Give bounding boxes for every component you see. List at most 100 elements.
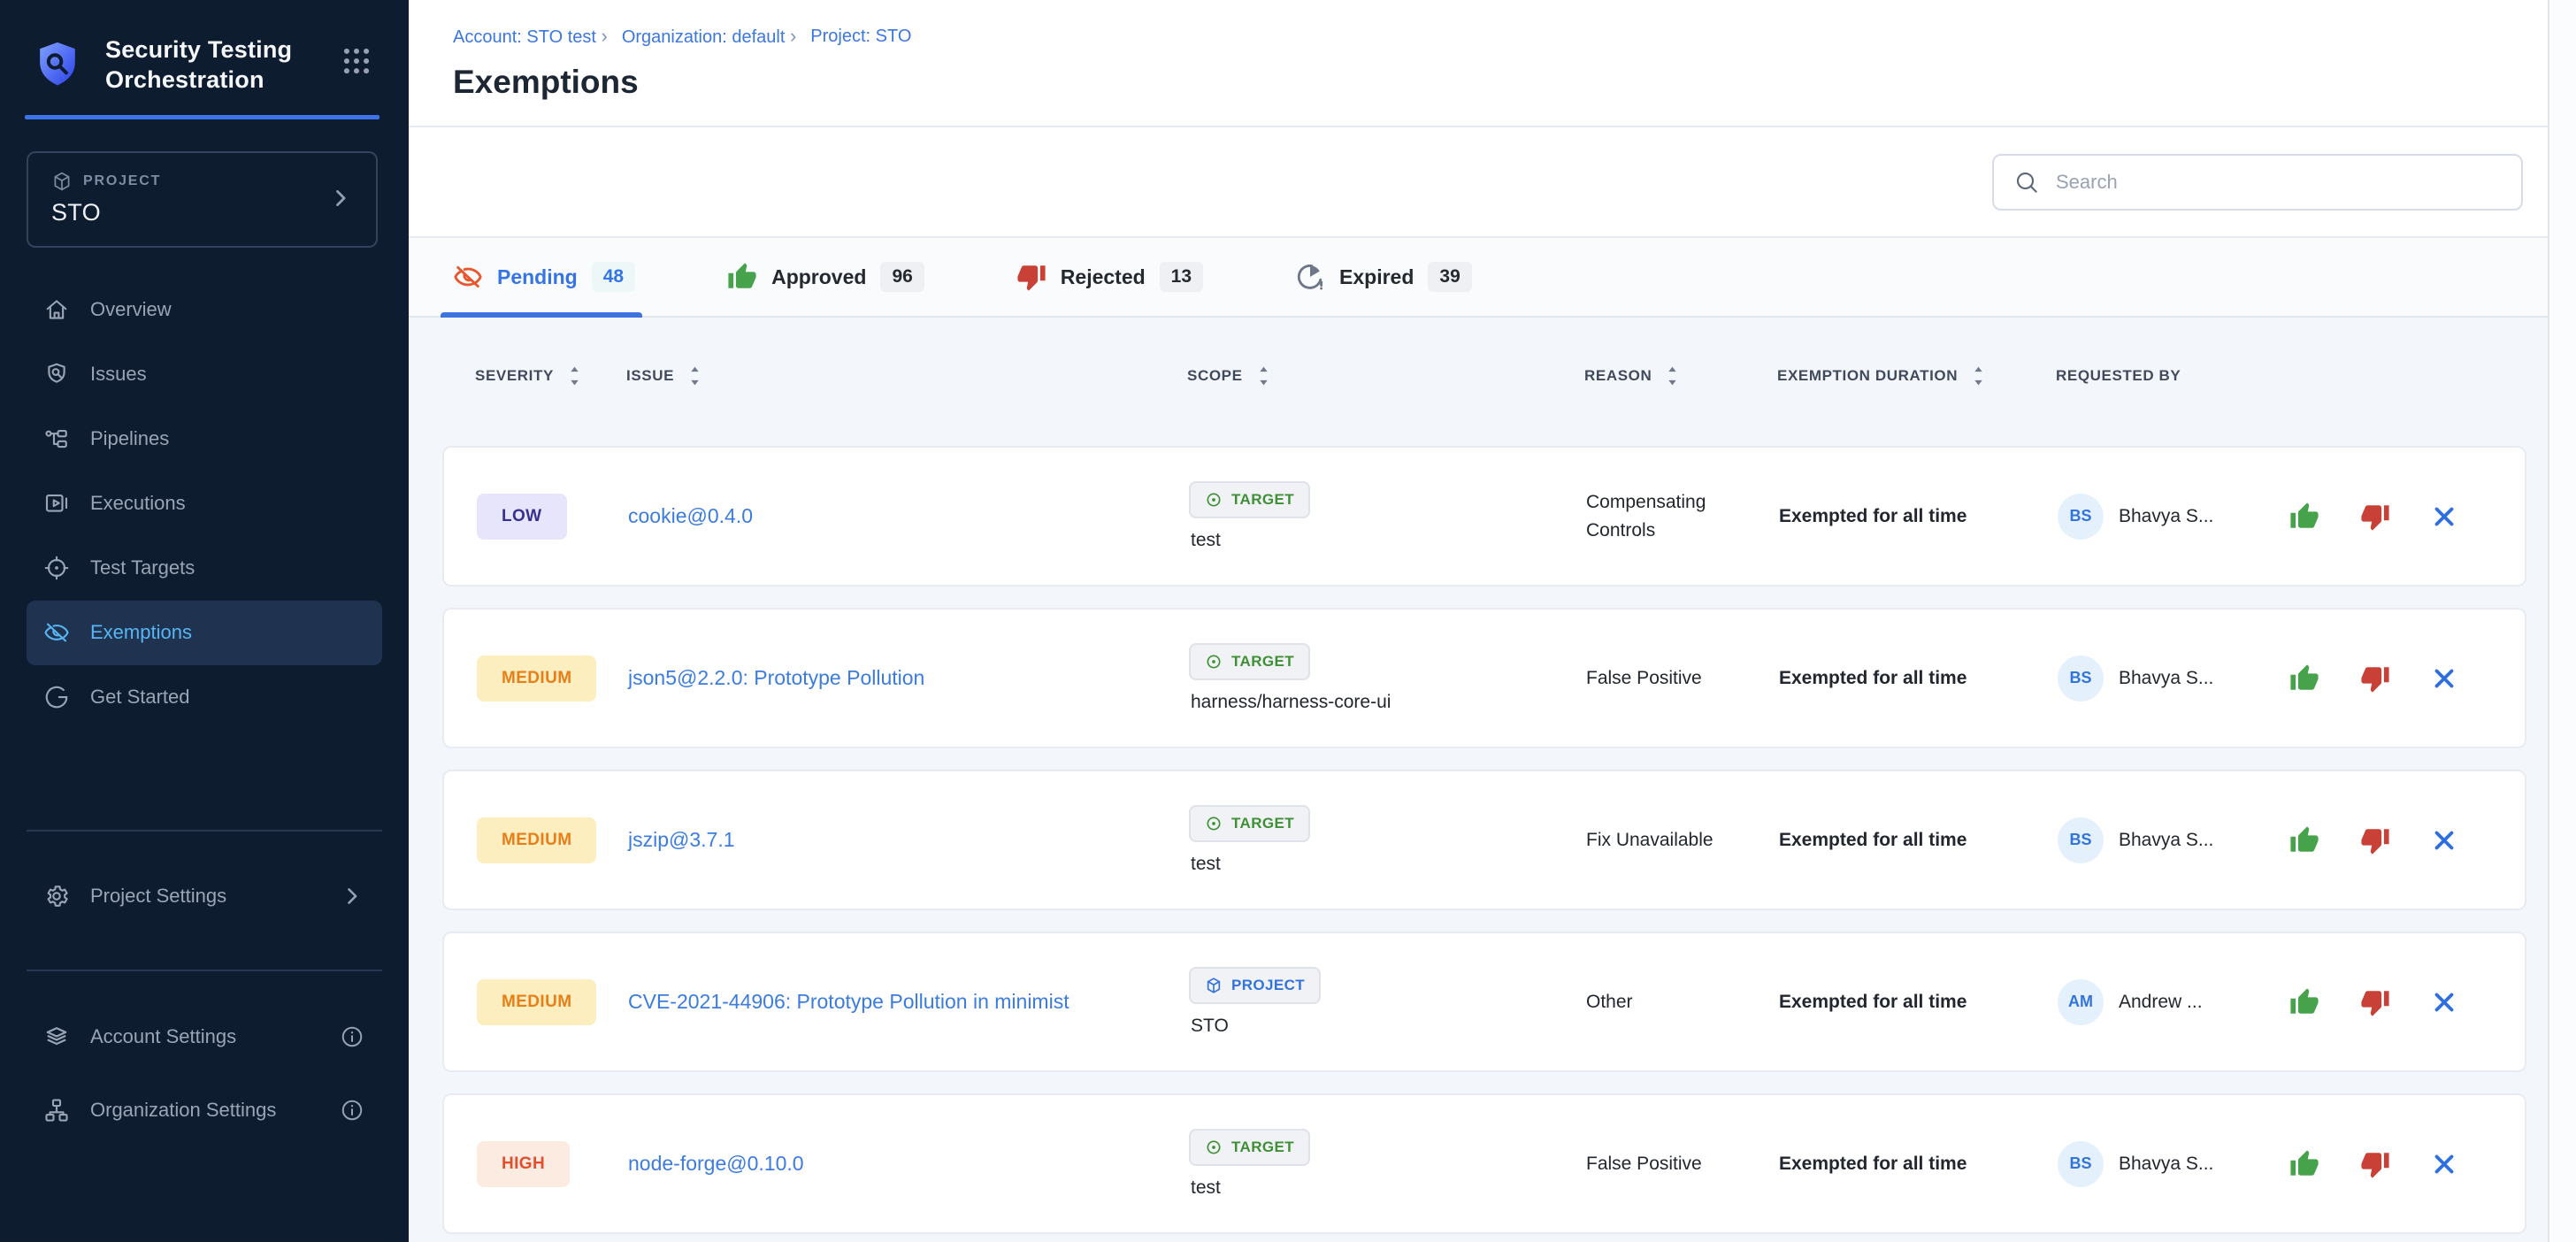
issue-link[interactable]: cookie@0.4.0	[628, 500, 1189, 533]
approve-button[interactable]	[2289, 1149, 2319, 1179]
project-scope-icon	[1205, 977, 1223, 994]
reject-button[interactable]	[2360, 1149, 2390, 1179]
sidebar-item-executions[interactable]: Executions	[27, 472, 382, 536]
search-input[interactable]	[2056, 171, 2502, 194]
breadcrumb-link[interactable]: Project: STO	[810, 27, 911, 46]
approve-button[interactable]	[2289, 987, 2319, 1017]
sidebar-item-label: Pipelines	[90, 427, 169, 450]
issue-link[interactable]: CVE-2021-44906: Prototype Pollution in m…	[628, 985, 1189, 1018]
status-tabs: Pending 48 Approved 96 Rejected 13 Expir…	[409, 238, 2548, 318]
scope-badge: TARGET	[1189, 643, 1310, 680]
requester-name: Andrew ...	[2119, 992, 2203, 1013]
reject-button[interactable]	[2360, 825, 2390, 855]
reason-text: Compensating Controls	[1586, 488, 1779, 544]
cancel-button[interactable]	[2431, 1151, 2457, 1177]
reject-button[interactable]	[2360, 987, 2390, 1017]
home-icon	[43, 296, 70, 323]
issue-link[interactable]: jszip@3.7.1	[628, 824, 1189, 856]
sidebar-item-label: Issues	[90, 363, 147, 386]
close-icon	[2431, 989, 2457, 1016]
tab-expired[interactable]: Expired 39	[1295, 238, 1472, 316]
tab-approved[interactable]: Approved 96	[727, 238, 924, 316]
tab-rejected[interactable]: Rejected 13	[1016, 238, 1203, 316]
reason-text: Fix Unavailable	[1586, 826, 1779, 855]
reject-button[interactable]	[2360, 502, 2390, 532]
table-row: MEDIUM jszip@3.7.1 TARGET test Fix Unava…	[442, 770, 2526, 910]
sidebar-item-issues[interactable]: Issues	[27, 342, 382, 407]
tab-pending[interactable]: Pending 48	[453, 238, 635, 316]
sidebar-account-settings-group: Account Settings Organization Settings	[0, 1005, 409, 1143]
column-header-reason[interactable]: REASON	[1584, 365, 1777, 387]
module-switcher-button[interactable]	[340, 44, 373, 78]
exemption-duration: Exempted for all time	[1779, 668, 2058, 689]
column-header-severity[interactable]: SEVERITY	[475, 365, 626, 387]
exemption-duration: Exempted for all time	[1779, 1154, 2058, 1175]
sidebar-item-test-targets[interactable]: Test Targets	[27, 536, 382, 601]
thumb-up-icon	[2289, 1149, 2319, 1179]
sidebar-item-organization-settings[interactable]: Organization Settings	[27, 1078, 382, 1143]
target-icon	[43, 555, 70, 581]
avatar: BS	[2058, 817, 2104, 863]
sidebar-item-label: Get Started	[90, 686, 190, 709]
main-content: Account: STO test › Organization: defaul…	[409, 0, 2548, 1242]
scope-badge: TARGET	[1189, 805, 1310, 842]
thumb-down-icon	[2360, 663, 2390, 694]
requester-name: Bhavya S...	[2119, 830, 2213, 851]
thumb-down-icon	[2360, 1149, 2390, 1179]
toolbar	[409, 127, 2548, 238]
avatar: BS	[2058, 494, 2104, 540]
approve-button[interactable]	[2289, 825, 2319, 855]
thumb-up-icon	[727, 262, 757, 292]
get-started-icon	[43, 684, 70, 710]
column-header-scope[interactable]: SCOPE	[1187, 365, 1584, 387]
account-icon	[43, 1024, 70, 1050]
target-scope-icon	[1205, 653, 1223, 671]
approve-button[interactable]	[2289, 502, 2319, 532]
cancel-button[interactable]	[2431, 503, 2457, 530]
info-icon	[339, 1098, 365, 1123]
chevron-right-icon	[339, 884, 365, 908]
close-icon	[2431, 665, 2457, 692]
breadcrumb-link[interactable]: Account: STO test	[453, 27, 596, 47]
grid-icon	[340, 44, 373, 78]
sidebar-item-account-settings[interactable]: Account Settings	[27, 1005, 382, 1070]
close-icon	[2431, 1151, 2457, 1177]
project-selector[interactable]: PROJECT STO	[27, 151, 378, 248]
table-row: MEDIUM CVE-2021-44906: Prototype Polluti…	[442, 932, 2526, 1072]
sidebar-item-pipelines[interactable]: Pipelines	[27, 407, 382, 472]
org-icon	[43, 1097, 70, 1123]
column-header-label: SCOPE	[1187, 367, 1243, 385]
sidebar-item-exemptions[interactable]: Exemptions	[27, 601, 382, 665]
breadcrumb-separator: ›	[790, 25, 796, 47]
cancel-button[interactable]	[2431, 989, 2457, 1016]
approve-button[interactable]	[2289, 663, 2319, 694]
cancel-button[interactable]	[2431, 827, 2457, 854]
issue-link[interactable]: node-forge@0.10.0	[628, 1147, 1189, 1180]
severity-badge: MEDIUM	[477, 656, 596, 702]
column-header-requested-by: REQUESTED BY	[2056, 367, 2526, 385]
eye-off-icon	[453, 262, 483, 292]
sidebar-item-overview[interactable]: Overview	[27, 278, 382, 342]
sidebar-item-get-started[interactable]: Get Started	[27, 665, 382, 730]
scope-badge: TARGET	[1189, 481, 1310, 518]
sidebar-item-project-settings[interactable]: Project Settings	[27, 864, 382, 929]
table-row: HIGH node-forge@0.10.0 TARGET test False…	[442, 1093, 2526, 1234]
severity-badge: MEDIUM	[477, 979, 596, 1025]
sort-icon	[1257, 365, 1270, 387]
table-header-row: SEVERITY ISSUE SCOPE REASON EXEMPTION DU…	[442, 349, 2526, 402]
cancel-button[interactable]	[2431, 665, 2457, 692]
column-header-issue[interactable]: ISSUE	[626, 365, 1187, 387]
search-box	[1992, 154, 2523, 211]
issue-link[interactable]: json5@2.2.0: Prototype Pollution	[628, 662, 1189, 694]
breadcrumb-link[interactable]: Organization: default	[622, 27, 786, 47]
reject-button[interactable]	[2360, 663, 2390, 694]
tab-label: Expired	[1339, 265, 1414, 289]
column-header-exemption-duration[interactable]: EXEMPTION DURATION	[1777, 365, 2056, 387]
scope-name: harness/harness-core-ui	[1191, 692, 1391, 713]
breadcrumb: Account: STO test › Organization: defaul…	[453, 25, 2548, 48]
scope-name: test	[1191, 530, 1221, 551]
reason-text: False Positive	[1586, 1150, 1779, 1178]
scope-type-label: PROJECT	[1231, 977, 1305, 994]
scope-type-label: TARGET	[1231, 653, 1294, 671]
tab-count-badge: 13	[1160, 262, 1203, 292]
